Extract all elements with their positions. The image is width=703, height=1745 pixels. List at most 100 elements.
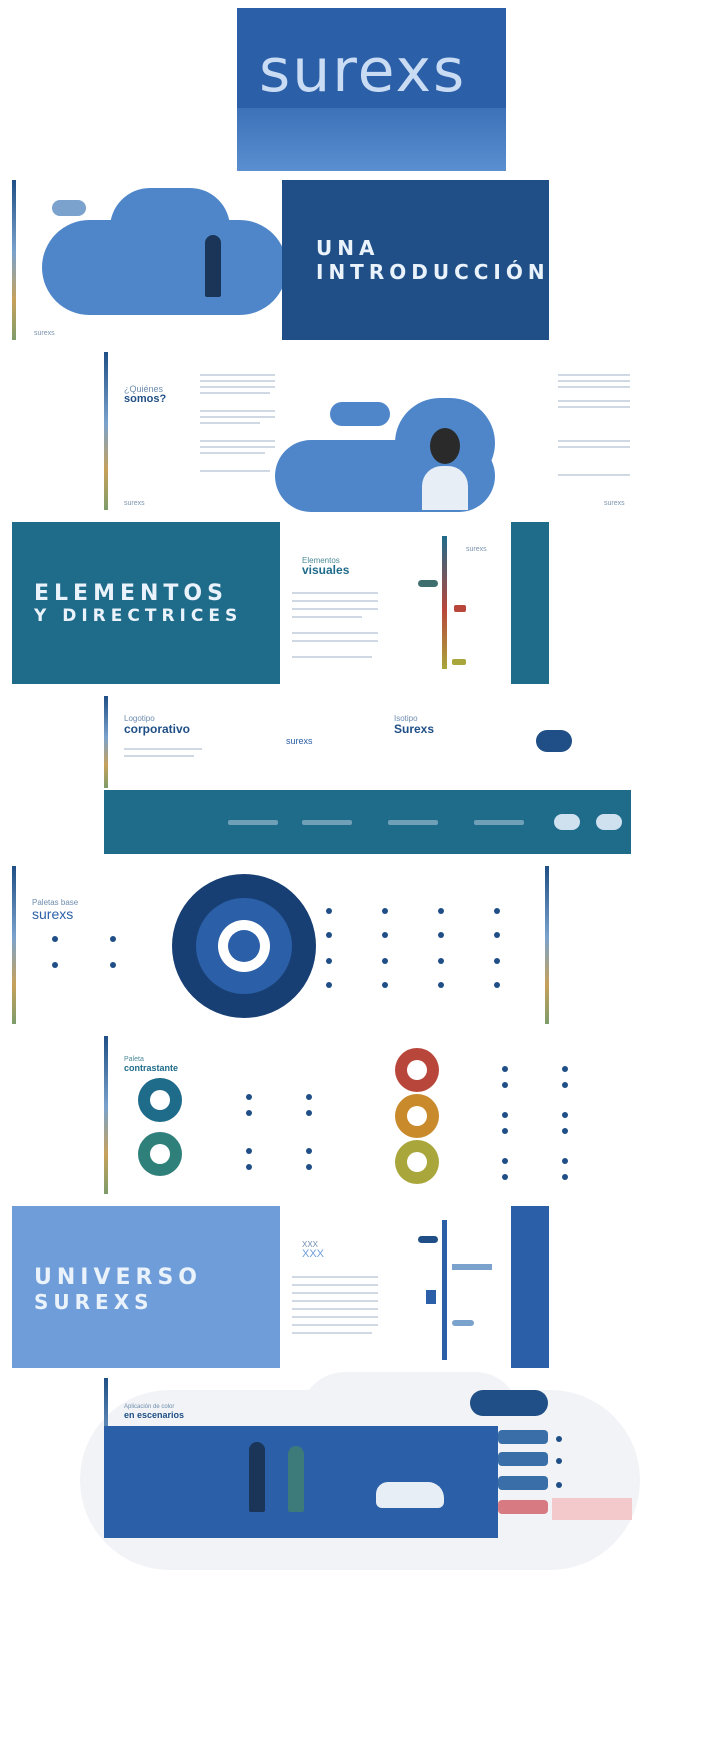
contrast-teal-ring-1-inner bbox=[150, 1090, 170, 1110]
intro-title-line2: INTRODUCCIÓN bbox=[316, 260, 549, 284]
contrast-swatch bbox=[562, 1082, 568, 1088]
palette-swatch bbox=[382, 908, 388, 914]
contrast-swatch bbox=[306, 1110, 312, 1116]
scenarios-legend-dot bbox=[556, 1458, 562, 1464]
universe-text-line bbox=[292, 1276, 378, 1278]
elements-title-slide: ELEMENTOS Y DIRECTRICES bbox=[12, 522, 280, 684]
palette-swatch bbox=[52, 962, 58, 968]
palette-swatch bbox=[494, 958, 500, 964]
about-cloud-left bbox=[330, 402, 390, 426]
contrast-swatch bbox=[246, 1110, 252, 1116]
logos-banner-item bbox=[228, 820, 278, 825]
about-heading-big: somos? bbox=[124, 393, 167, 405]
contrast-swatch bbox=[246, 1164, 252, 1170]
about-text-line bbox=[200, 380, 275, 382]
palette-right-bar bbox=[545, 866, 549, 1024]
contrast-swatch bbox=[306, 1148, 312, 1154]
logos-banner bbox=[104, 790, 631, 854]
palette-swatch bbox=[494, 982, 500, 988]
logos-banner-item bbox=[474, 820, 524, 825]
palette-swatch bbox=[438, 908, 444, 914]
contrast-swatch bbox=[562, 1066, 568, 1072]
logos-iso-big: Surexs bbox=[394, 722, 435, 736]
about-right-text bbox=[558, 406, 630, 408]
palette-swatch bbox=[326, 908, 332, 914]
elements-visual-big: visuales bbox=[302, 563, 350, 577]
contrast-red-ring-inner bbox=[407, 1060, 427, 1080]
contrast-swatch bbox=[562, 1112, 568, 1118]
universe-vertical-bar bbox=[442, 1220, 447, 1360]
palette-swatch bbox=[382, 982, 388, 988]
intro-person-illustration bbox=[205, 235, 221, 297]
elements-title-line2: Y DIRECTRICES bbox=[34, 606, 243, 626]
logos-banner-cloud-icon bbox=[596, 814, 622, 830]
universe-title-slide: UNIVERSO SUREXS bbox=[12, 1206, 280, 1368]
universe-text-line bbox=[292, 1308, 378, 1310]
elements-side-label: surexs bbox=[466, 546, 487, 553]
logos-color-bar bbox=[104, 696, 108, 788]
intro-title-slide: UNA INTRODUCCIÓN bbox=[282, 180, 549, 340]
contrast-orange-ring-inner bbox=[407, 1106, 427, 1126]
contrast-swatch bbox=[306, 1164, 312, 1170]
scenarios-person-1 bbox=[249, 1442, 265, 1512]
about-right-text bbox=[558, 446, 630, 448]
universe-title-line1: UNIVERSO bbox=[34, 1265, 203, 1290]
about-right-text bbox=[558, 440, 630, 442]
scenarios-legend-dot bbox=[556, 1436, 562, 1442]
universe-side-big: XXX bbox=[302, 1248, 325, 1260]
about-right-text bbox=[558, 386, 630, 388]
scenarios-tag-top bbox=[470, 1390, 548, 1416]
contrast-swatch bbox=[502, 1174, 508, 1180]
contrast-big: contrastante bbox=[124, 1063, 179, 1073]
universe-text-line bbox=[292, 1316, 378, 1318]
contrast-swatch bbox=[246, 1148, 252, 1154]
contrast-swatch bbox=[502, 1066, 508, 1072]
scenarios-tag bbox=[498, 1476, 548, 1490]
cover-logo: surexs bbox=[259, 36, 467, 106]
intro-cloud-small bbox=[52, 200, 86, 216]
universe-text-line bbox=[292, 1332, 372, 1334]
scenarios-tag-highlight bbox=[498, 1500, 548, 1514]
palette-swatch bbox=[382, 958, 388, 964]
palette-swatch bbox=[326, 932, 332, 938]
elements-text-line bbox=[292, 656, 372, 658]
scenarios-tag bbox=[498, 1452, 548, 1466]
intro-title-line1: UNA bbox=[316, 236, 380, 260]
palette-swatch bbox=[438, 982, 444, 988]
contrast-swatch bbox=[502, 1158, 508, 1164]
palette-base-ring-core bbox=[228, 930, 260, 962]
cover-slide: surexs bbox=[237, 8, 506, 171]
logos-text-line bbox=[124, 748, 202, 750]
elements-text-line bbox=[292, 600, 378, 602]
contrast-color-bar bbox=[104, 1036, 108, 1194]
about-text-line bbox=[200, 410, 275, 412]
elements-text-line bbox=[292, 608, 378, 610]
about-right-text bbox=[558, 400, 630, 402]
palette-swatch bbox=[438, 958, 444, 964]
contrast-olive-ring-inner bbox=[407, 1152, 427, 1172]
palette-swatch bbox=[382, 932, 388, 938]
scenarios-scene bbox=[104, 1426, 498, 1538]
about-text-line bbox=[200, 470, 270, 472]
about-person-illustration bbox=[420, 428, 470, 510]
about-person-body bbox=[422, 466, 468, 510]
universe-title-line2: SUREXS bbox=[34, 1290, 154, 1314]
contrast-swatch bbox=[502, 1112, 508, 1118]
palette-color-bar bbox=[12, 866, 16, 1024]
logos-banner-item bbox=[388, 820, 438, 825]
contrast-teal-ring-2-inner bbox=[150, 1144, 170, 1164]
universe-right-strip bbox=[511, 1206, 549, 1368]
about-text-line bbox=[200, 446, 275, 448]
palette-base-big: surexs bbox=[32, 906, 74, 922]
about-person-head bbox=[430, 428, 460, 464]
contrast-swatch bbox=[562, 1128, 568, 1134]
universe-text-line bbox=[292, 1292, 378, 1294]
palette-swatch bbox=[326, 958, 332, 964]
palette-swatch bbox=[110, 962, 116, 968]
elements-text-line bbox=[292, 592, 378, 594]
about-text-line bbox=[200, 452, 265, 454]
universe-chart-icon bbox=[452, 1264, 492, 1270]
about-right-text bbox=[558, 374, 630, 376]
universe-swatch bbox=[418, 1236, 438, 1243]
logos-text-line bbox=[124, 755, 194, 757]
